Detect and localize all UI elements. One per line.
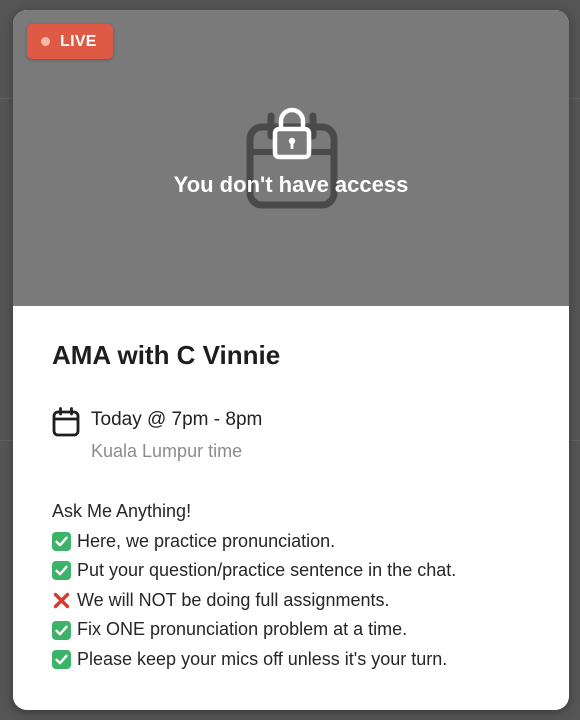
check-mark-icon (52, 650, 71, 670)
event-timezone: Kuala Lumpur time (91, 441, 243, 461)
event-details: AMA with C Vinnie Today @ 7pm - 8pm Kual… (13, 306, 569, 710)
description-intro: Ask Me Anything! (52, 497, 552, 527)
list-item: Here, we practice pronunciation. (52, 527, 552, 557)
description-intro-text: Ask Me Anything! (52, 501, 192, 521)
event-hero: LIVE You don't have access (13, 10, 569, 306)
list-item-text: Put your question/practice sentence in t… (77, 560, 457, 581)
calendar-icon (52, 407, 80, 437)
event-description: Ask Me Anything! Here, we practice pronu… (52, 497, 552, 675)
live-badge: LIVE (27, 24, 113, 59)
check-mark-icon (52, 561, 71, 581)
list-item-text: Fix ONE pronunciation problem at a time. (77, 619, 408, 640)
event-modal: LIVE You don't have access AMA with C Vi… (13, 10, 569, 710)
check-mark-icon (52, 620, 71, 640)
check-mark-icon (52, 531, 71, 551)
live-badge-label: LIVE (60, 32, 97, 50)
cross-mark-icon (52, 591, 71, 610)
no-access-message: You don't have access (173, 172, 409, 197)
event-title: AMA with C Vinnie (52, 340, 281, 370)
list-item: Fix ONE pronunciation problem at a time. (52, 615, 552, 645)
event-time: Today @ 7pm - 8pm (91, 409, 263, 430)
list-item-text: Here, we practice pronunciation. (77, 530, 336, 551)
list-item-text: Please keep your mics off unless it's yo… (77, 648, 448, 669)
list-item: Put your question/practice sentence in t… (52, 556, 552, 586)
list-item: Please keep your mics off unless it's yo… (52, 645, 552, 675)
live-dot-icon (41, 37, 50, 46)
list-item-text: We will NOT be doing full assignments. (77, 589, 390, 610)
list-item: We will NOT be doing full assignments. (52, 586, 552, 616)
